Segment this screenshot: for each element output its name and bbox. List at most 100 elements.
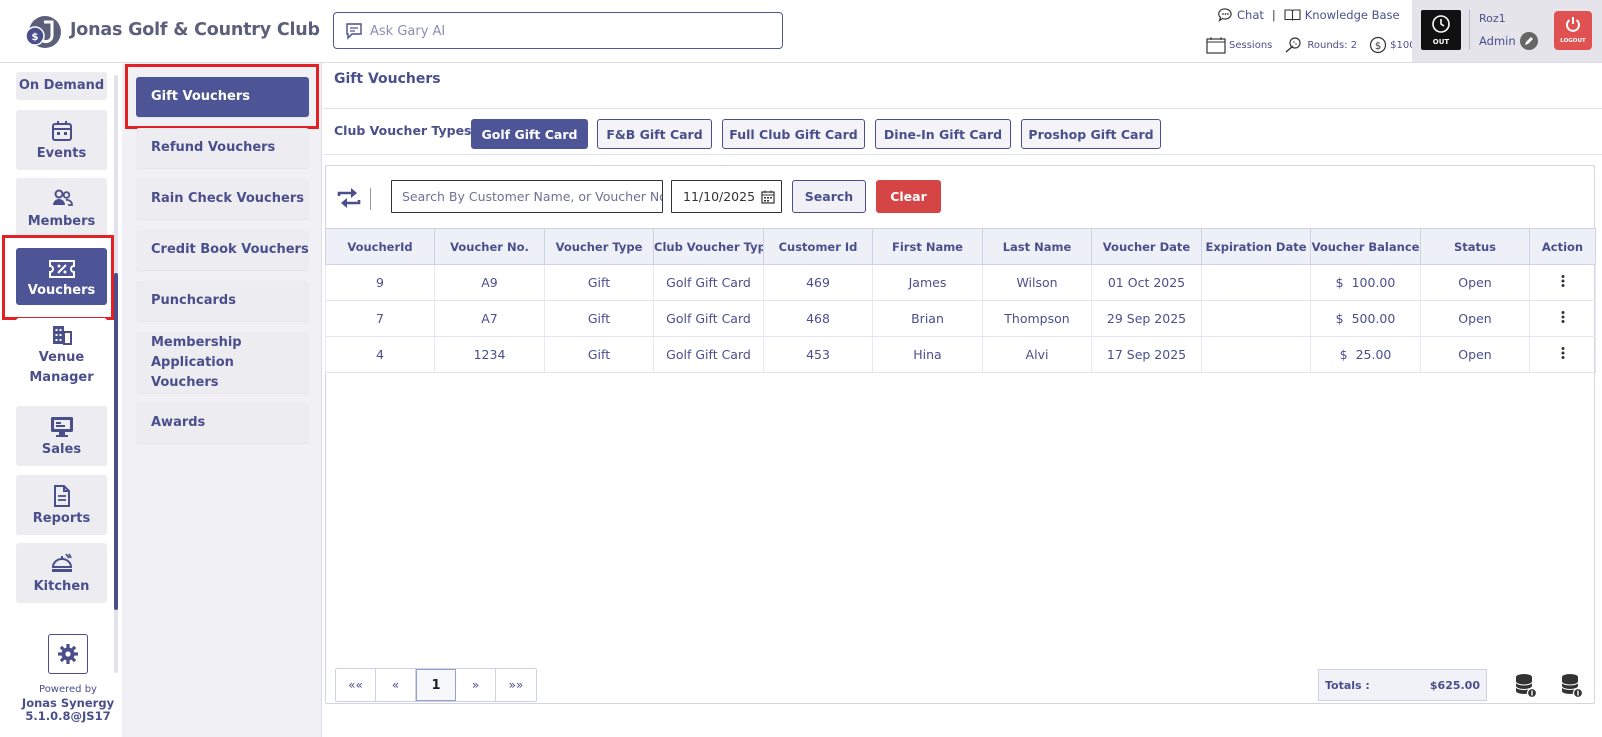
date-input[interactable]: 11/10/2025 xyxy=(671,180,782,213)
kebab-menu-icon[interactable] xyxy=(1557,310,1569,324)
balance-indicator: $ $100 xyxy=(1369,36,1416,54)
next-page-button[interactable]: » xyxy=(456,669,496,701)
nav-kitchen[interactable]: Kitchen xyxy=(16,543,107,603)
left-nav-scroll-thumb[interactable] xyxy=(114,273,118,610)
nav-members[interactable]: Members xyxy=(16,178,107,238)
top-header: $ Jonas Golf & Country Club Chat | Knowl… xyxy=(0,0,1602,63)
col-voucher-no[interactable]: Voucher No. xyxy=(434,228,545,265)
nav-sales[interactable]: Sales xyxy=(16,406,107,466)
col-voucher-id[interactable]: VoucherId xyxy=(325,228,435,265)
ask-gary-input[interactable] xyxy=(370,20,770,42)
cell-voucher-balance: $25.00 xyxy=(1310,336,1421,373)
subnav-credit-book-vouchers[interactable]: Credit Book Vouchers xyxy=(136,230,309,270)
calendar-sessions-icon xyxy=(1206,37,1226,54)
table-row[interactable]: 7 A7 Gift Golf Gift Card 468 Brian Thomp… xyxy=(325,300,1596,337)
pagination: «« « 1 » »» xyxy=(335,668,537,702)
type-full-club-gift-card[interactable]: Full Club Gift Card xyxy=(722,119,865,149)
search-button[interactable]: Search xyxy=(792,180,866,213)
nav-venue-manager[interactable]: Venue Manager xyxy=(16,318,107,390)
cell-first-name: James xyxy=(872,264,983,301)
calendar-icon xyxy=(51,121,72,141)
type-dine-in-gift-card[interactable]: Dine-In Gift Card xyxy=(875,119,1011,149)
vouchers-table: VoucherId Voucher No. Voucher Type Club … xyxy=(325,228,1596,373)
ask-gary-box[interactable] xyxy=(333,12,783,49)
col-status[interactable]: Status xyxy=(1420,228,1530,265)
subnav-refund-vouchers[interactable]: Refund Vouchers xyxy=(136,128,309,168)
voucher-search-input[interactable] xyxy=(391,180,663,213)
vouchers-highlight xyxy=(2,235,114,320)
col-voucher-balance[interactable]: Voucher Balance xyxy=(1310,228,1421,265)
calendar-picker-icon[interactable] xyxy=(761,190,775,204)
totals-label: Totals : xyxy=(1325,678,1370,692)
type-proshop-gift-card[interactable]: Proshop Gift Card xyxy=(1021,119,1161,149)
top-links: Chat | Knowledge Base xyxy=(1218,6,1400,24)
table-row[interactable]: 4 1234 Gift Golf Gift Card 453 Hina Alvi… xyxy=(325,336,1596,373)
cell-voucher-no: 1234 xyxy=(434,336,545,373)
settings-button[interactable] xyxy=(48,634,88,674)
subnav-label: Membership Application Vouchers xyxy=(151,334,242,390)
last-page-button[interactable]: »» xyxy=(496,669,536,701)
col-customer-id[interactable]: Customer Id xyxy=(763,228,873,265)
cell-first-name: Brian xyxy=(872,300,983,337)
powered-by: Powered by xyxy=(39,684,97,695)
cell-voucher-balance: $100.00 xyxy=(1310,264,1421,301)
book-icon xyxy=(1284,9,1301,21)
power-icon xyxy=(1566,17,1580,32)
nav-reports[interactable]: Reports xyxy=(16,475,107,535)
sessions-indicator[interactable]: Sessions xyxy=(1206,36,1272,54)
kebab-menu-icon[interactable] xyxy=(1557,346,1569,360)
currency-symbol: $ xyxy=(1335,275,1344,290)
page-1-button[interactable]: 1 xyxy=(416,669,456,701)
clock-out-button[interactable]: OUT xyxy=(1421,10,1461,50)
subnav-awards[interactable]: Awards xyxy=(136,403,309,443)
date-value: 11/10/2025 xyxy=(683,189,756,204)
cell-voucher-no: A7 xyxy=(434,300,545,337)
nav-label: Venue Manager xyxy=(29,350,94,385)
col-first-name[interactable]: First Name xyxy=(872,228,983,265)
database-export-icon[interactable] xyxy=(1514,673,1538,699)
cell-expiration-date xyxy=(1201,336,1311,373)
subnav-rain-check-vouchers[interactable]: Rain Check Vouchers xyxy=(136,179,309,219)
chat-link[interactable]: Chat xyxy=(1237,8,1264,22)
subnav-punchcards[interactable]: Punchcards xyxy=(136,281,309,321)
cell-customer-id: 453 xyxy=(763,336,873,373)
subnav-label: Awards xyxy=(151,415,206,430)
nav-label: Kitchen xyxy=(33,579,90,594)
prev-page-button[interactable]: « xyxy=(376,669,416,701)
col-last-name[interactable]: Last Name xyxy=(982,228,1092,265)
col-expiration-date[interactable]: Expiration Date xyxy=(1201,228,1311,265)
svg-text:$: $ xyxy=(1375,41,1381,52)
brand-name: Jonas Golf & Country Club xyxy=(70,20,320,40)
subnav-membership-application-vouchers[interactable]: Membership Application Vouchers xyxy=(136,332,309,393)
col-club-voucher-type[interactable]: Club Voucher Type xyxy=(653,228,764,265)
refresh-icon[interactable] xyxy=(336,187,362,209)
col-voucher-type[interactable]: Voucher Type xyxy=(544,228,654,265)
type-golf-gift-card[interactable]: Golf Gift Card xyxy=(471,119,588,149)
cell-voucher-type: Gift xyxy=(544,264,654,301)
clear-button[interactable]: Clear xyxy=(876,180,941,213)
cell-voucher-id: 7 xyxy=(325,300,435,337)
knowledge-base-link[interactable]: Knowledge Base xyxy=(1305,8,1400,22)
edit-profile-icon[interactable] xyxy=(1519,32,1538,50)
cell-club-voucher-type: Golf Gift Card xyxy=(653,336,764,373)
nav-on-demand[interactable]: On Demand xyxy=(16,72,107,100)
monitor-icon xyxy=(50,417,73,437)
cell-voucher-no: A9 xyxy=(434,264,545,301)
nav-events[interactable]: Events xyxy=(16,110,107,170)
logout-button[interactable]: LOGOUT xyxy=(1554,11,1592,50)
totals-value: $625.00 xyxy=(1429,678,1480,692)
currency-symbol: $ xyxy=(1339,347,1348,362)
first-page-button[interactable]: «« xyxy=(336,669,376,701)
balance-amount: 100.00 xyxy=(1351,275,1396,290)
link-separator: | xyxy=(1271,8,1276,22)
table-row[interactable]: 9 A9 Gift Golf Gift Card 469 James Wilso… xyxy=(325,264,1596,301)
document-icon xyxy=(53,485,70,507)
clock-icon xyxy=(1432,15,1450,33)
rounds-indicator: Rounds: 2 xyxy=(1284,36,1357,54)
cell-last-name: Wilson xyxy=(982,264,1092,301)
database-report-icon[interactable] xyxy=(1560,673,1584,699)
type-fb-gift-card[interactable]: F&B Gift Card xyxy=(597,119,712,149)
rounds-label: Rounds: 2 xyxy=(1307,39,1358,51)
col-voucher-date[interactable]: Voucher Date xyxy=(1091,228,1202,265)
kebab-menu-icon[interactable] xyxy=(1557,274,1569,288)
